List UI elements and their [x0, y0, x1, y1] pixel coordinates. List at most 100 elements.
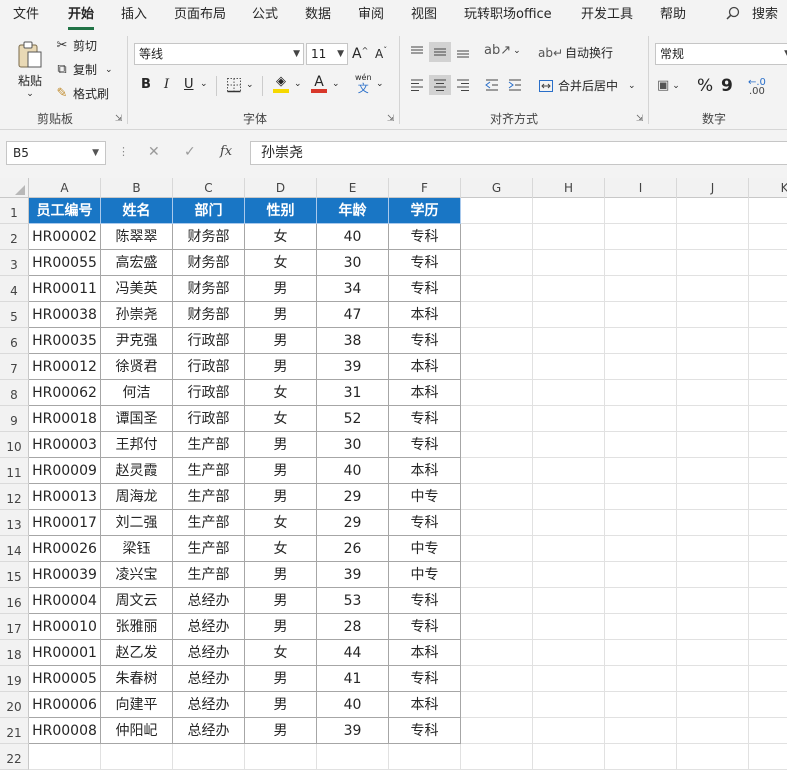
- table-cell[interactable]: 生产部: [173, 562, 245, 588]
- table-cell[interactable]: 39: [317, 718, 389, 744]
- table-cell[interactable]: 朱春树: [101, 666, 173, 692]
- font-name-select[interactable]: 等线 ▼: [134, 43, 304, 65]
- table-cell[interactable]: 张雅丽: [101, 614, 173, 640]
- column-header-c[interactable]: C: [173, 178, 245, 198]
- table-cell[interactable]: 赵乙发: [101, 640, 173, 666]
- table-cell[interactable]: 29: [317, 510, 389, 536]
- column-header-a[interactable]: A: [29, 178, 101, 198]
- table-cell[interactable]: 生产部: [173, 510, 245, 536]
- table-cell[interactable]: 40: [317, 692, 389, 718]
- align-bottom-button[interactable]: [455, 44, 471, 60]
- table-header-cell[interactable]: 性别: [245, 198, 317, 224]
- table-cell[interactable]: 女: [245, 510, 317, 536]
- table-cell[interactable]: HR00002: [29, 224, 101, 250]
- table-header-cell[interactable]: 姓名: [101, 198, 173, 224]
- table-cell[interactable]: HR00012: [29, 354, 101, 380]
- row-header-10[interactable]: 10: [0, 432, 29, 458]
- table-cell[interactable]: 行政部: [173, 406, 245, 432]
- formula-input[interactable]: 孙崇尧: [250, 141, 787, 165]
- table-cell[interactable]: 本科: [389, 354, 461, 380]
- table-cell[interactable]: 周文云: [101, 588, 173, 614]
- table-cell[interactable]: 冯美英: [101, 276, 173, 302]
- row-header-4[interactable]: 4: [0, 276, 29, 302]
- row-header-22[interactable]: 22: [0, 744, 29, 770]
- table-cell[interactable]: 男: [245, 432, 317, 458]
- table-cell[interactable]: 本科: [389, 692, 461, 718]
- table-cell[interactable]: HR00008: [29, 718, 101, 744]
- table-cell[interactable]: 总经办: [173, 692, 245, 718]
- tab-page-layout[interactable]: 页面布局: [174, 0, 226, 32]
- table-cell[interactable]: 专科: [389, 406, 461, 432]
- table-cell[interactable]: 凌兴宝: [101, 562, 173, 588]
- tab-file[interactable]: 文件: [13, 0, 39, 32]
- row-header-17[interactable]: 17: [0, 614, 29, 640]
- align-center-button[interactable]: [429, 75, 451, 95]
- table-cell[interactable]: 女: [245, 536, 317, 562]
- table-cell[interactable]: 男: [245, 302, 317, 328]
- row-header-18[interactable]: 18: [0, 640, 29, 666]
- table-cell[interactable]: 陈翠翠: [101, 224, 173, 250]
- table-cell[interactable]: 中专: [389, 536, 461, 562]
- comma-button[interactable]: 9: [721, 76, 733, 96]
- search-box[interactable]: 搜索: [726, 0, 778, 32]
- format-painter-button[interactable]: ✎ 格式刷: [54, 85, 109, 102]
- table-cell[interactable]: 53: [317, 588, 389, 614]
- table-cell[interactable]: 本科: [389, 640, 461, 666]
- align-top-button[interactable]: [409, 44, 425, 60]
- paste-button[interactable]: 粘贴 ⌄: [14, 40, 46, 99]
- table-cell[interactable]: HR00003: [29, 432, 101, 458]
- name-box[interactable]: B5 ▼: [6, 141, 106, 165]
- borders-button[interactable]: ⌄: [226, 77, 254, 93]
- chevron-down-icon[interactable]: ⌄: [200, 79, 208, 89]
- table-cell[interactable]: 男: [245, 588, 317, 614]
- alignment-launcher-icon[interactable]: ⇲: [636, 114, 644, 124]
- table-cell[interactable]: HR00006: [29, 692, 101, 718]
- table-cell[interactable]: 39: [317, 562, 389, 588]
- table-cell[interactable]: 徐贤君: [101, 354, 173, 380]
- table-cell[interactable]: 总经办: [173, 666, 245, 692]
- row-header-8[interactable]: 8: [0, 380, 29, 406]
- table-cell[interactable]: 本科: [389, 302, 461, 328]
- tab-office-tips[interactable]: 玩转职场office: [464, 0, 552, 32]
- table-cell[interactable]: 专科: [389, 224, 461, 250]
- tab-data[interactable]: 数据: [305, 0, 331, 32]
- column-header-i[interactable]: I: [605, 178, 677, 198]
- table-cell[interactable]: 女: [245, 224, 317, 250]
- table-cell[interactable]: HR00010: [29, 614, 101, 640]
- row-header-13[interactable]: 13: [0, 510, 29, 536]
- table-cell[interactable]: 尹克强: [101, 328, 173, 354]
- row-header-19[interactable]: 19: [0, 666, 29, 692]
- underline-button[interactable]: U: [184, 77, 194, 92]
- table-cell[interactable]: 28: [317, 614, 389, 640]
- table-cell[interactable]: 总经办: [173, 588, 245, 614]
- enter-check-icon[interactable]: ✓: [184, 144, 196, 160]
- table-cell[interactable]: 26: [317, 536, 389, 562]
- table-cell[interactable]: 40: [317, 224, 389, 250]
- table-header-cell[interactable]: 员工编号: [29, 198, 101, 224]
- tab-formulas[interactable]: 公式: [252, 0, 278, 32]
- column-header-j[interactable]: J: [677, 178, 749, 198]
- table-cell[interactable]: 专科: [389, 432, 461, 458]
- table-cell[interactable]: 行政部: [173, 354, 245, 380]
- table-cell[interactable]: HR00017: [29, 510, 101, 536]
- table-cell[interactable]: HR00035: [29, 328, 101, 354]
- table-cell[interactable]: HR00013: [29, 484, 101, 510]
- table-cell[interactable]: 40: [317, 458, 389, 484]
- table-cell[interactable]: 专科: [389, 510, 461, 536]
- align-left-button[interactable]: [409, 77, 425, 93]
- table-cell[interactable]: 向建平: [101, 692, 173, 718]
- phonetic-button[interactable]: wén 文: [355, 72, 372, 94]
- table-cell[interactable]: 生产部: [173, 536, 245, 562]
- row-header-1[interactable]: 1: [0, 198, 29, 224]
- number-format-select[interactable]: 常规▼: [655, 43, 787, 65]
- table-cell[interactable]: HR00026: [29, 536, 101, 562]
- clipboard-launcher-icon[interactable]: ⇲: [115, 114, 123, 124]
- table-cell[interactable]: 34: [317, 276, 389, 302]
- table-cell[interactable]: 专科: [389, 276, 461, 302]
- italic-button[interactable]: I: [164, 77, 169, 92]
- table-cell[interactable]: 生产部: [173, 432, 245, 458]
- table-cell[interactable]: HR00011: [29, 276, 101, 302]
- shrink-font-button[interactable]: Aˇ: [375, 46, 387, 62]
- wrap-text-button[interactable]: ab↵ 自动换行: [538, 44, 613, 61]
- row-header-9[interactable]: 9: [0, 406, 29, 432]
